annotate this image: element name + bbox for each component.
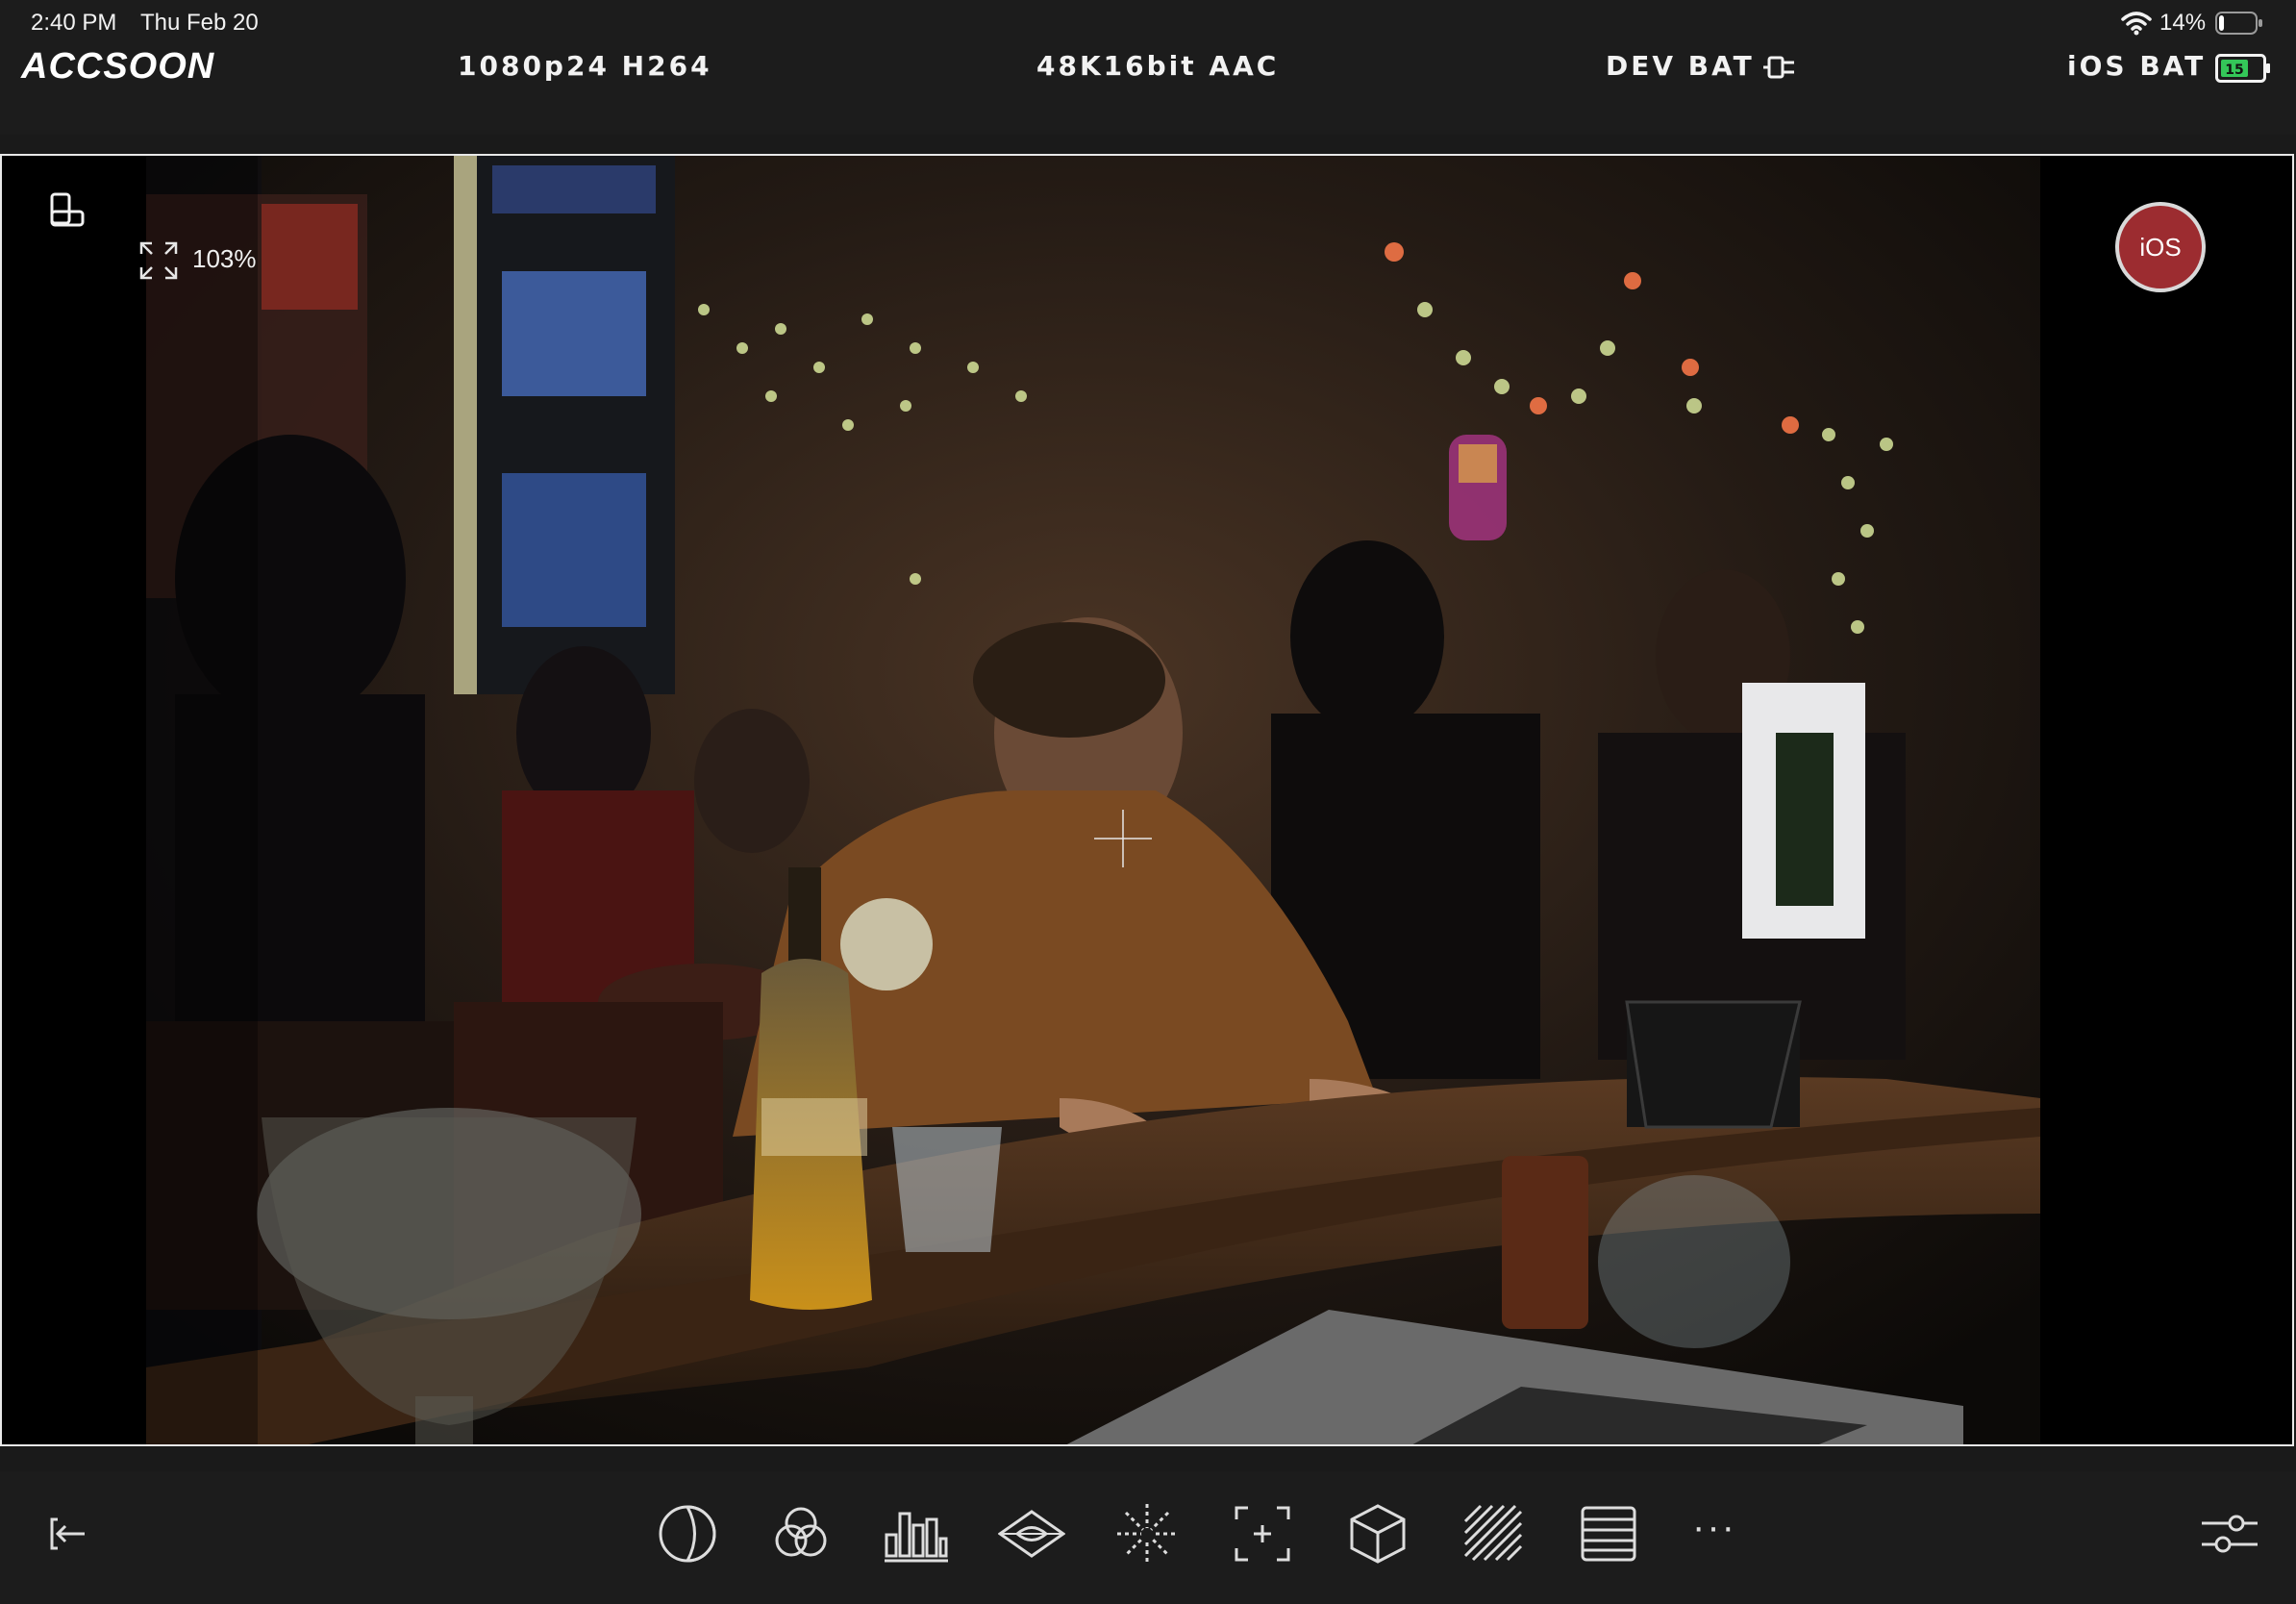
bottom-toolbar: ··· xyxy=(0,1471,2296,1604)
frame-guide-icon xyxy=(1235,1506,1290,1562)
status-time: 2:40 PM xyxy=(31,10,117,36)
lut-button[interactable] xyxy=(1344,1500,1411,1567)
contrast-icon xyxy=(659,1505,716,1563)
zoom-level: 103% xyxy=(192,244,257,273)
histogram-button[interactable] xyxy=(883,1500,950,1567)
vectorscope-button[interactable] xyxy=(997,1500,1066,1567)
more-button[interactable]: ··· xyxy=(1685,1500,1752,1567)
exit-icon xyxy=(50,1517,85,1550)
status-battery-percent: 14% xyxy=(2159,10,2207,36)
rgb-circles-icon xyxy=(775,1507,827,1557)
rgb-parade-button[interactable] xyxy=(767,1500,835,1567)
ios-record-button[interactable]: iOS xyxy=(2115,202,2206,292)
false-color-button[interactable] xyxy=(654,1500,721,1567)
sliders-icon xyxy=(2202,1515,2258,1553)
waveform-button[interactable] xyxy=(1575,1500,1642,1567)
focus-peaking-button[interactable] xyxy=(1113,1500,1181,1567)
more-icon: ··· xyxy=(1692,1506,1736,1548)
zebra-stripes-icon xyxy=(1463,1504,1523,1562)
ios-battery-value: 15 xyxy=(2225,63,2243,78)
histogram-icon xyxy=(885,1512,948,1563)
status-date: Thu Feb 20 xyxy=(140,10,259,36)
settings-button[interactable] xyxy=(2196,1500,2263,1567)
live-video-frame xyxy=(2,156,2292,1444)
video-format: 1080p24 H264 xyxy=(458,50,712,82)
wifi-icon xyxy=(2121,12,2152,36)
video-viewer[interactable]: 103% iOS xyxy=(0,154,2294,1446)
ios-battery-icon: 15 xyxy=(2215,54,2270,83)
fullscreen-expand-icon[interactable] xyxy=(138,240,179,281)
cube-icon xyxy=(1350,1504,1406,1564)
accsoon-logo: ACCSOON xyxy=(21,46,215,87)
device-battery-icon xyxy=(2215,12,2262,35)
power-plug-icon xyxy=(1763,56,1794,79)
peaking-icon xyxy=(1117,1504,1177,1564)
top-bar: 2:40 PM Thu Feb 20 14% ACCSOON 1080p24 H… xyxy=(0,0,2296,135)
zebra-button[interactable] xyxy=(1460,1500,1527,1567)
device-battery-label: DEV BAT xyxy=(1606,50,1755,82)
rotate-screen-icon[interactable] xyxy=(48,190,88,231)
ios-battery-label: iOS BAT xyxy=(2067,50,2207,82)
frame-guide-button[interactable] xyxy=(1229,1500,1296,1567)
waveform-lines-icon xyxy=(1581,1506,1636,1562)
exit-button[interactable] xyxy=(35,1500,102,1567)
audio-format: 48K16bit AAC xyxy=(1036,50,1280,82)
vectorscope-icon xyxy=(997,1510,1066,1558)
